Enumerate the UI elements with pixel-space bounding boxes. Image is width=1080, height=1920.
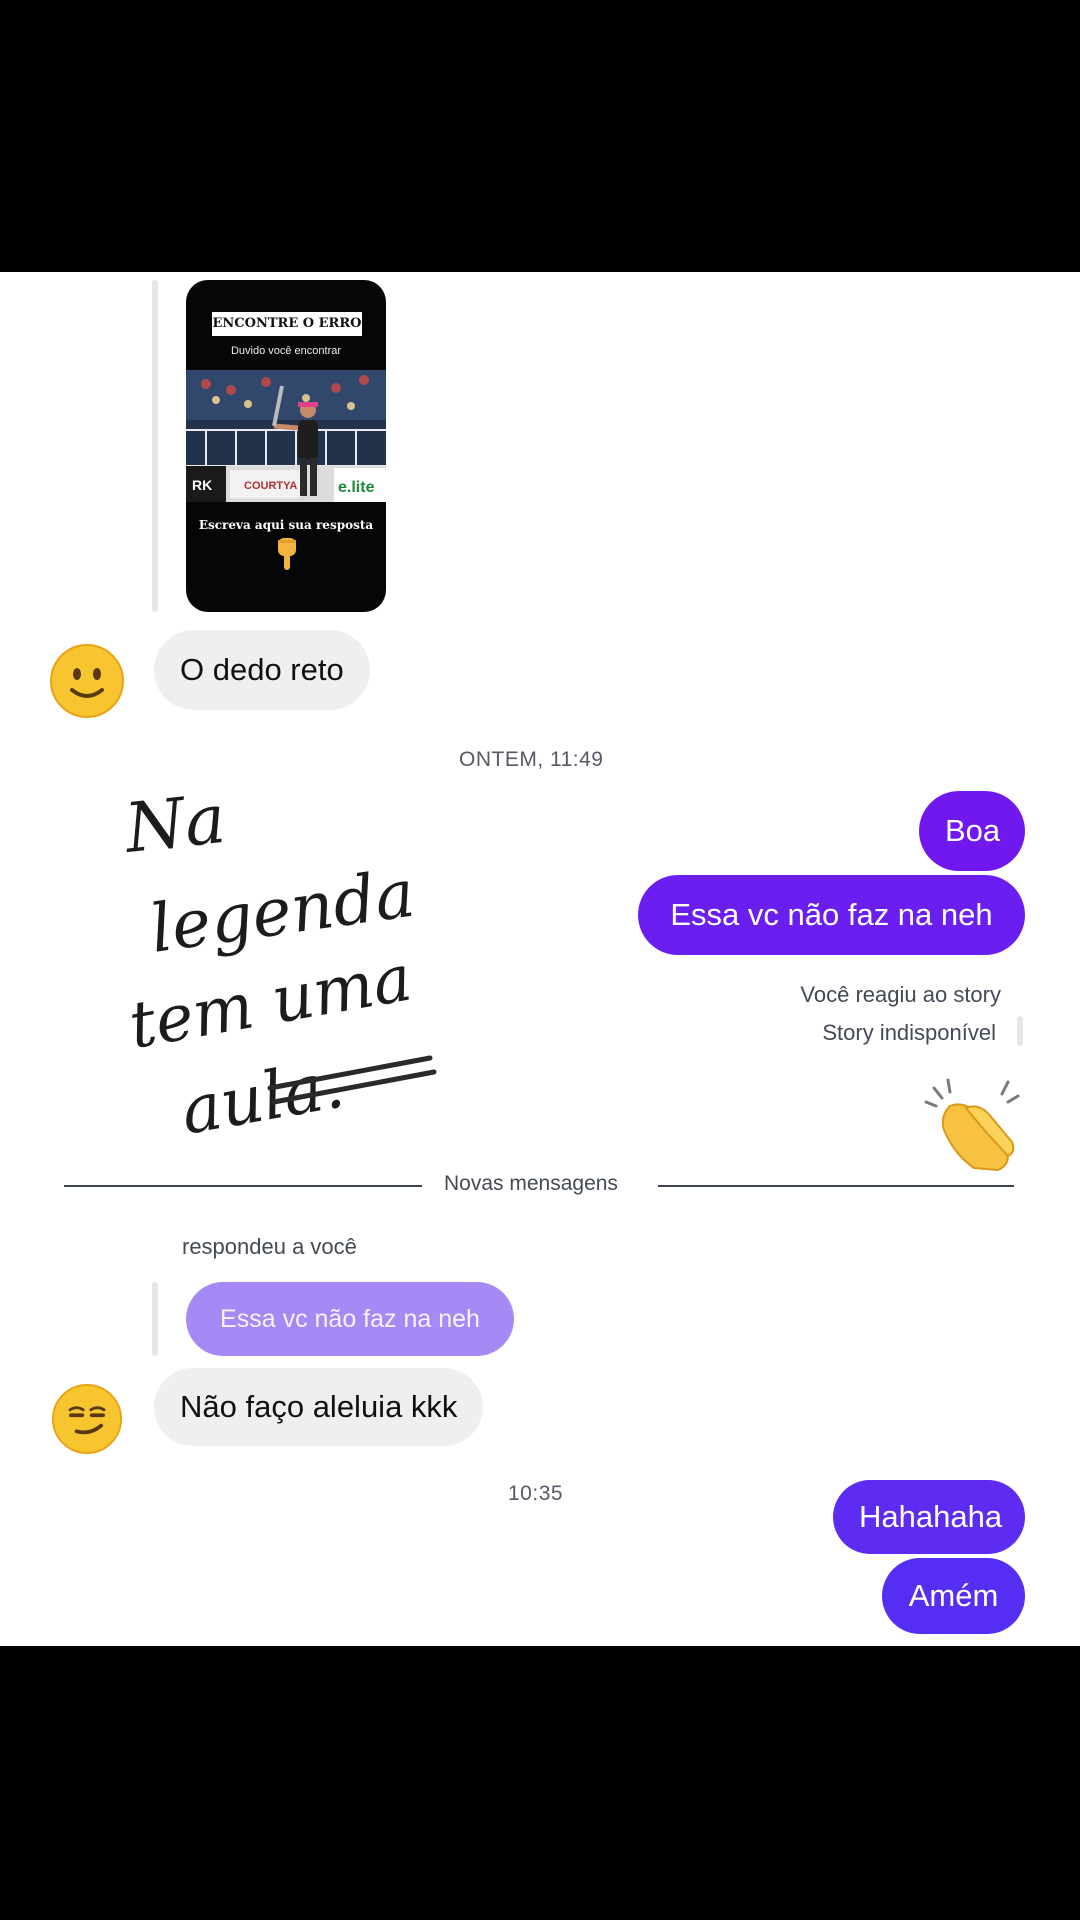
timestamp: 10:35 [508, 1482, 564, 1505]
avatar-smiling-icon[interactable] [50, 644, 124, 718]
new-messages-divider [658, 1185, 1014, 1187]
story-cta: Escreva aqui sua resposta [198, 518, 374, 532]
pointing-down-icon [278, 538, 296, 570]
story-preview[interactable]: ENCONTRE O ERRO Duvido você encontrar RK… [186, 280, 386, 612]
svg-text:COURTYA: COURTYA [244, 480, 297, 492]
story-reply-line [152, 280, 158, 612]
chat-thread[interactable]: ENCONTRE O ERRO Duvido você encontrar RK… [0, 272, 1080, 1646]
clapping-hands-icon[interactable] [920, 1072, 1024, 1176]
new-messages-divider [64, 1185, 422, 1187]
timestamp: ONTEM, 11:49 [459, 748, 604, 771]
avatar-smirking-icon[interactable] [52, 1384, 122, 1454]
outgoing-message[interactable]: Boa [919, 791, 1025, 871]
incoming-message[interactable]: Não faço aleluia kkk [154, 1368, 484, 1446]
handwritten-underline [267, 1055, 437, 1105]
reply-quote-line [152, 1282, 158, 1356]
handwritten-line: Na [120, 780, 230, 869]
story-photo: RK COURTYA e.lite [186, 370, 386, 502]
svg-text:RK: RK [192, 477, 212, 493]
outgoing-message[interactable]: Hahahaha [833, 1480, 1025, 1554]
outgoing-message[interactable]: Essa vc não faz na neh [638, 875, 1025, 955]
replied-label: respondeu a você [182, 1234, 357, 1259]
outgoing-message[interactable]: Amém [882, 1558, 1025, 1634]
incoming-message[interactable]: O dedo reto [154, 630, 370, 710]
svg-text:e.lite: e.lite [338, 479, 375, 496]
new-messages-label: Novas mensagens [444, 1172, 618, 1195]
story-title: ENCONTRE O ERRO [212, 312, 362, 336]
quoted-message[interactable]: Essa vc não faz na neh [186, 1282, 514, 1356]
reaction-note: Você reagiu ao story [800, 982, 1001, 1007]
story-reply-line [1017, 1016, 1023, 1046]
story-unavailable-label: Story indisponível [822, 1020, 996, 1045]
story-subtitle: Duvido você encontrar [230, 345, 342, 357]
